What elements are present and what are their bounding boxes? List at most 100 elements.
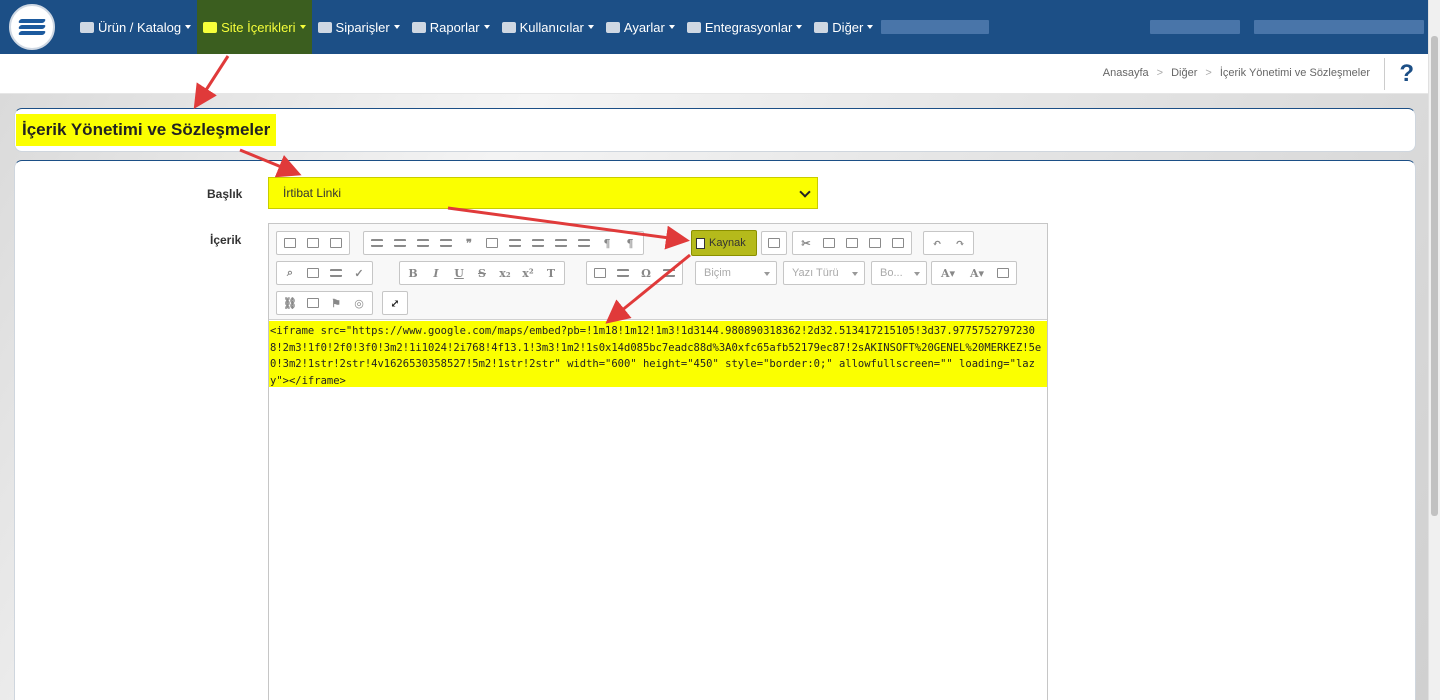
table-icon[interactable] xyxy=(590,264,610,282)
top-navbar: Ürün / Katalog Site İçerikleri Siparişle… xyxy=(0,0,1428,54)
nav-item-orders[interactable]: Siparişler xyxy=(312,0,406,54)
copy-icon[interactable] xyxy=(819,234,839,252)
ltr-icon[interactable]: ¶ xyxy=(597,234,617,252)
nav-label: Raporlar xyxy=(429,19,480,35)
align-right-icon[interactable] xyxy=(551,234,571,252)
nav-label: Ürün / Katalog xyxy=(98,19,182,35)
bold-icon[interactable]: B xyxy=(403,264,423,282)
anchor-icon[interactable]: ⚑ xyxy=(326,294,346,312)
editor-toolbar: ❞ ¶ ¶ Kaynak ✂ ↶ ↷ ⌕ ✓ B I U S x₂ x² T Ω… xyxy=(269,224,1047,320)
toolbar-group-colors: A▾ A▾ xyxy=(931,261,1017,285)
nav-item-settings[interactable]: Ayarlar xyxy=(600,0,681,54)
caret-down-icon xyxy=(393,25,400,29)
nav-item-integrations[interactable]: Entegrasyonlar xyxy=(681,0,808,54)
nav-item-reports[interactable]: Raporlar xyxy=(406,0,496,54)
superscript-icon[interactable]: x² xyxy=(518,264,538,282)
chevron-down-icon xyxy=(799,186,811,198)
format-combo[interactable]: Biçim xyxy=(695,261,777,285)
nav-label: Entegrasyonlar xyxy=(704,19,793,35)
horizontal-line-icon[interactable] xyxy=(613,264,633,282)
outdent-icon[interactable] xyxy=(413,234,433,252)
caret-down-icon xyxy=(852,272,858,276)
numbered-list-icon[interactable] xyxy=(367,234,387,252)
remove-format-icon[interactable]: T xyxy=(541,264,561,282)
bulleted-list-icon[interactable] xyxy=(390,234,410,252)
subscript-icon[interactable]: x₂ xyxy=(495,264,515,282)
italic-icon[interactable]: I xyxy=(426,264,446,282)
source-button[interactable]: Kaynak xyxy=(691,230,757,256)
title-field-label: Başlık xyxy=(207,187,243,201)
underline-icon[interactable]: U xyxy=(449,264,469,282)
replace-icon[interactable] xyxy=(303,264,323,282)
nav-item-product-catalog[interactable]: Ürün / Katalog xyxy=(74,0,197,54)
justify-icon[interactable] xyxy=(574,234,594,252)
source-doc-icon xyxy=(696,237,705,249)
breadcrumb-other[interactable]: Diğer xyxy=(1171,67,1197,79)
maximize-icon[interactable]: ⤢ xyxy=(385,294,405,312)
nav-item-site-contents[interactable]: Site İçerikleri xyxy=(197,0,312,54)
paste-icon[interactable] xyxy=(842,234,862,252)
redo-icon[interactable]: ↷ xyxy=(950,234,970,252)
link-icon[interactable]: ⛓ xyxy=(280,294,300,312)
nav-label: Site İçerikleri xyxy=(221,19,296,35)
caret-down-icon xyxy=(587,25,594,29)
find-icon[interactable]: ⌕ xyxy=(280,264,300,282)
nav-item-other[interactable]: Diğer xyxy=(808,0,879,54)
select-all-icon[interactable] xyxy=(326,264,346,282)
text-color-icon[interactable]: A▾ xyxy=(935,264,961,282)
paste-word-icon[interactable] xyxy=(888,234,908,252)
align-left-icon[interactable] xyxy=(505,234,525,252)
other-icon xyxy=(814,21,829,33)
nav-label: Ayarlar xyxy=(623,19,665,35)
print-icon[interactable] xyxy=(303,234,323,252)
show-blocks-icon[interactable] xyxy=(764,234,784,252)
caret-down-icon xyxy=(764,272,770,276)
brand-logo[interactable] xyxy=(0,0,64,54)
nav-label: Siparişler xyxy=(335,19,390,35)
breadcrumb: Anasayfa > Diğer > İçerik Yönetimi ve Sö… xyxy=(1102,67,1370,79)
background-color-icon[interactable]: A▾ xyxy=(964,264,990,282)
font-combo[interactable]: Yazı Türü xyxy=(783,261,865,285)
breadcrumb-home[interactable]: Anasayfa xyxy=(1103,67,1149,79)
vertical-scrollbar[interactable] xyxy=(1428,0,1440,700)
page-break-icon[interactable] xyxy=(659,264,679,282)
toolbar-group-clipboard: ✂ xyxy=(792,231,912,255)
help-icon[interactable]: ? xyxy=(1384,58,1414,90)
toolbar-group-document xyxy=(276,231,350,255)
toolbar-group-history: ↶ ↷ xyxy=(923,231,974,255)
globe-icon[interactable]: ◎ xyxy=(349,294,369,312)
special-char-icon[interactable]: Ω xyxy=(636,264,656,282)
toolbar-group-tools: ⤢ xyxy=(382,291,408,315)
page-title: İçerik Yönetimi ve Sözleşmeler xyxy=(16,114,277,146)
toolbar-group-links: ⛓ ⚑ ◎ xyxy=(276,291,373,315)
catalog-icon xyxy=(80,21,94,33)
nav-item-users[interactable]: Kullanıcılar xyxy=(496,0,600,54)
unlink-icon[interactable] xyxy=(303,294,323,312)
blockquote-icon[interactable]: ❞ xyxy=(459,234,479,252)
preview-icon[interactable] xyxy=(280,234,300,252)
nav-label: Kullanıcılar xyxy=(519,19,584,35)
cut-icon[interactable]: ✂ xyxy=(796,234,816,252)
div-container-icon[interactable] xyxy=(482,234,502,252)
settings-icon xyxy=(605,21,620,33)
templates-icon[interactable] xyxy=(326,234,346,252)
source-code-area[interactable]: <iframe src="https://www.google.com/maps… xyxy=(269,321,1047,387)
undo-icon[interactable]: ↶ xyxy=(927,234,947,252)
redacted-user-name xyxy=(1254,20,1424,34)
size-combo-label: Bo... xyxy=(880,267,903,279)
image-icon[interactable] xyxy=(993,264,1013,282)
format-combo-label: Biçim xyxy=(704,267,731,279)
site-content-icon xyxy=(203,21,218,33)
spellcheck-icon[interactable]: ✓ xyxy=(349,264,369,282)
rtl-icon[interactable]: ¶ xyxy=(620,234,640,252)
size-combo[interactable]: Bo... xyxy=(871,261,927,285)
breadcrumb-current: İçerik Yönetimi ve Sözleşmeler xyxy=(1219,67,1370,79)
align-center-icon[interactable] xyxy=(528,234,548,252)
title-panel: İçerik Yönetimi ve Sözleşmeler xyxy=(14,108,1416,152)
paste-text-icon[interactable] xyxy=(865,234,885,252)
indent-icon[interactable] xyxy=(436,234,456,252)
users-icon xyxy=(501,21,516,33)
caret-down-icon xyxy=(668,25,675,29)
title-select[interactable]: İrtibat Linki xyxy=(268,177,818,209)
strikethrough-icon[interactable]: S xyxy=(472,264,492,282)
